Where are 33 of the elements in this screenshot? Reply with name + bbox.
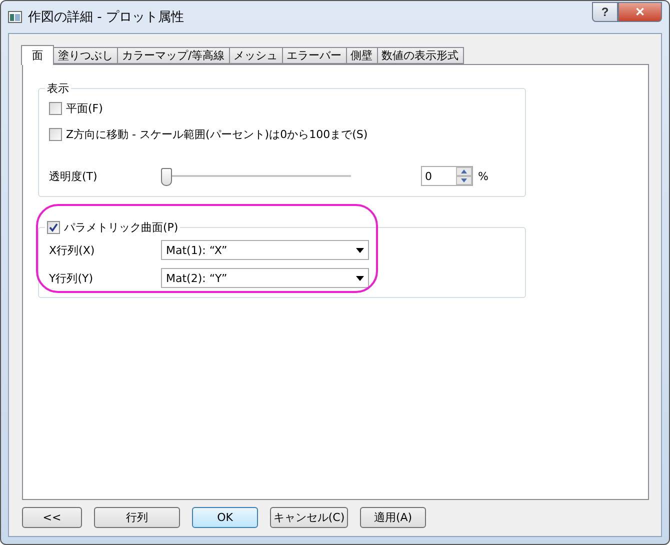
tab[interactable]: メッシュ [228,47,283,64]
dialog-button[interactable]: キャンセル(C) [270,507,348,528]
checkbox[interactable] [49,102,62,114]
field-label: Y行列(Y) [49,270,94,286]
tab[interactable]: カラーマップ/等高線 [117,47,230,64]
dialog-button[interactable]: 適用(A) [360,507,426,528]
dropdown[interactable]: Mat(1): “X” [161,240,369,260]
slider-thumb[interactable] [161,168,172,186]
tab[interactable]: 面 [21,45,54,65]
dialog-button[interactable]: << [22,507,82,528]
checkbox-label: 平面(F) [66,100,103,116]
dialog-button[interactable]: OK [192,507,258,528]
checkbox[interactable] [47,220,60,234]
unit-label: % [478,170,488,182]
caret-icon [356,276,364,280]
checkbox-label: パラメトリック曲面(P) [64,220,178,234]
dropdown[interactable]: Mat(2): “Y” [161,268,369,288]
tab[interactable]: 数値の表示形式 [376,47,464,64]
checkbox-label: Z方向に移動 - スケール範囲(パーセント)は0から100まで(S) [66,126,368,142]
transparency-label: 透明度(T) [49,168,98,184]
app-icon [8,11,22,23]
help-button[interactable]: ? [592,2,618,22]
dialog-button[interactable]: 行列 [94,507,180,528]
spin-field[interactable]: 0 [421,166,473,186]
tab[interactable]: 塗りつぶし [53,47,118,64]
window-title: 作図の詳細 - プロット属性 [28,9,185,26]
tab[interactable]: エラーバー [282,47,347,64]
caret-icon [356,248,364,252]
field-label: X行列(X) [49,242,96,258]
tab[interactable]: 側壁 [346,47,378,64]
checkbox[interactable] [49,128,62,140]
check-icon [49,222,58,232]
group-title: 表示 [46,81,70,96]
